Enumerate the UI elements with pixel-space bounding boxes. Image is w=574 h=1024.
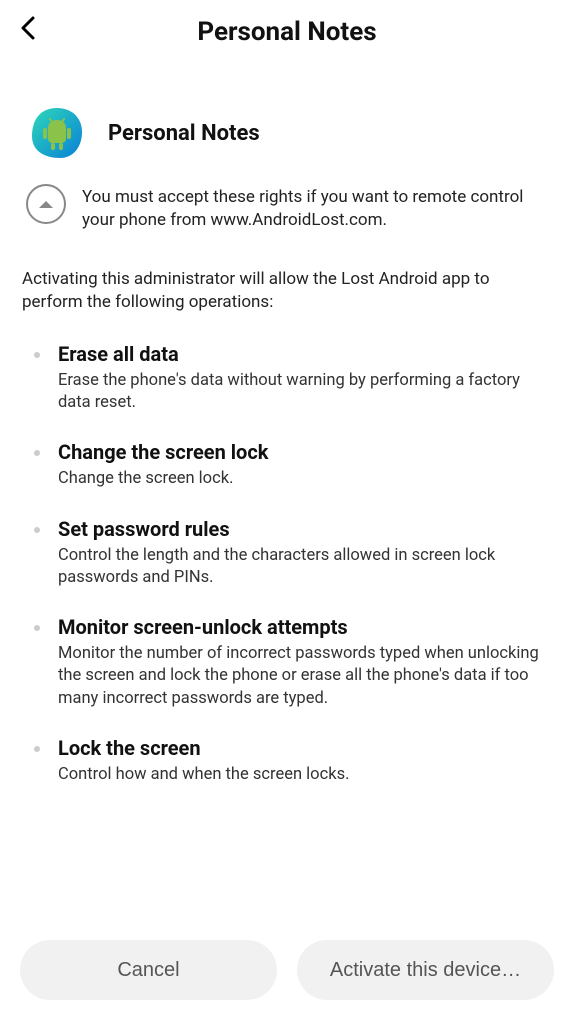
- permission-title: Set password rules: [58, 517, 546, 541]
- page-title: Personal Notes: [18, 17, 556, 47]
- cancel-button[interactable]: Cancel: [20, 940, 277, 1000]
- notice-row: You must accept these rights if you want…: [28, 184, 546, 232]
- collapse-button[interactable]: [26, 184, 66, 224]
- back-arrow-icon: [18, 14, 40, 42]
- permission-item: Change the screen lock Change the screen…: [28, 440, 546, 490]
- permission-desc: Erase the phone's data without warning b…: [58, 370, 546, 415]
- chevron-up-icon: [38, 199, 54, 209]
- bullet-icon: [34, 527, 40, 533]
- notice-text: You must accept these rights if you want…: [82, 184, 546, 232]
- permission-desc: Control how and when the screen locks.: [58, 764, 546, 786]
- activate-button[interactable]: Activate this device…: [297, 940, 554, 1000]
- permission-item: Erase all data Erase the phone's data wi…: [28, 342, 546, 415]
- header: Personal Notes: [0, 0, 574, 60]
- app-info-row: Personal Notes: [28, 104, 546, 162]
- bullet-icon: [34, 450, 40, 456]
- bullet-icon: [34, 746, 40, 752]
- permission-title: Change the screen lock: [58, 440, 546, 464]
- permission-title: Erase all data: [58, 342, 546, 366]
- bullet-icon: [34, 352, 40, 358]
- permission-desc: Control the length and the characters al…: [58, 545, 546, 590]
- permission-title: Monitor screen-unlock attempts: [58, 615, 546, 639]
- app-icon: [28, 104, 86, 162]
- permission-item: Lock the screen Control how and when the…: [28, 736, 546, 786]
- permission-item: Monitor screen-unlock attempts Monitor t…: [28, 615, 546, 710]
- permission-title: Lock the screen: [58, 736, 546, 760]
- permission-desc: Change the screen lock.: [58, 468, 546, 490]
- app-name: Personal Notes: [108, 121, 260, 146]
- back-button[interactable]: [18, 14, 40, 46]
- bullet-icon: [34, 625, 40, 631]
- permission-desc: Monitor the number of incorrect password…: [58, 643, 546, 710]
- footer: Cancel Activate this device…: [0, 924, 574, 1024]
- permissions-list: Erase all data Erase the phone's data wi…: [28, 342, 546, 786]
- permission-item: Set password rules Control the length an…: [28, 517, 546, 590]
- content: Personal Notes You must accept these rig…: [0, 60, 574, 924]
- intro-text: Activating this administrator will allow…: [22, 268, 546, 314]
